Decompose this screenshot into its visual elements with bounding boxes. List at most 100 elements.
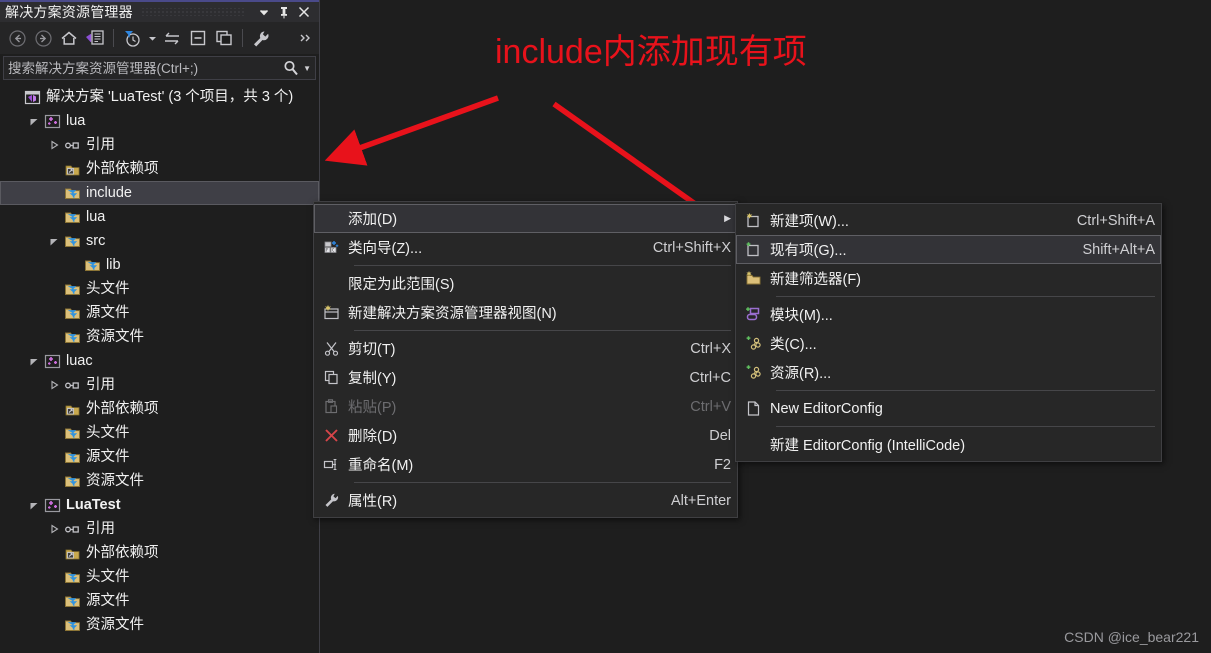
search-icon[interactable]: [282, 60, 300, 76]
search-input[interactable]: [8, 60, 283, 76]
tree-item[interactable]: 源文件: [0, 589, 319, 613]
tree-item[interactable]: 引用: [0, 373, 319, 397]
tree-item-label: 源文件: [86, 592, 130, 609]
context-menu-item[interactable]: 复制(Y) Ctrl+C: [314, 363, 737, 392]
tree-item-label: luac: [66, 352, 93, 369]
file-icon: [736, 400, 770, 417]
home-icon[interactable]: [56, 26, 82, 50]
menu-item-label: 类向导(Z)...: [348, 241, 423, 257]
tree-item[interactable]: 外部依赖项: [0, 397, 319, 421]
context-menu-item[interactable]: F C 类向导(Z)... Ctrl+Shift+X: [314, 233, 737, 262]
menu-item-label: 类(C)...: [770, 337, 817, 353]
tree-item-label: lib: [106, 256, 121, 273]
overflow-chevron-icon[interactable]: [297, 26, 315, 50]
panel-title: 解决方案资源管理器: [5, 4, 133, 20]
collapse-all-icon[interactable]: [185, 26, 211, 50]
pin-icon[interactable]: [274, 2, 294, 22]
submenu-item[interactable]: 新建项(W)... Ctrl+Shift+A: [736, 206, 1161, 235]
tree-item[interactable]: LuaTest: [0, 493, 319, 517]
expander-collapsed-icon[interactable]: [46, 140, 62, 150]
tree-item-label: 外部依赖项: [86, 160, 159, 177]
new-filter-icon: [736, 270, 770, 287]
drag-handle-dots[interactable]: [140, 8, 246, 16]
context-menu-item[interactable]: 属性(R) Alt+Enter: [314, 486, 737, 515]
tree-item[interactable]: luac: [0, 349, 319, 373]
tree-item[interactable]: 源文件: [0, 301, 319, 325]
search-dropdown-icon[interactable]: ▼: [300, 64, 311, 73]
tree-item-label: lua: [66, 112, 86, 129]
filter-folder-icon: [62, 593, 82, 610]
context-menu-item[interactable]: 剪切(T) Ctrl+X: [314, 334, 737, 363]
tree-item[interactable]: 资源文件: [0, 325, 319, 349]
submenu-item[interactable]: 模块(M)...: [736, 300, 1161, 329]
expander-expanded-icon[interactable]: [46, 236, 62, 246]
chevron-down-icon[interactable]: [254, 2, 274, 22]
wrench-icon: [314, 492, 348, 509]
pending-changes-dropdown-icon[interactable]: [145, 26, 159, 50]
context-menu-item[interactable]: 新建解决方案资源管理器视图(N): [314, 298, 737, 327]
context-menu-item[interactable]: 限定为此范围(S): [314, 269, 737, 298]
tree-item[interactable]: lib: [0, 253, 319, 277]
tree-item-selected[interactable]: include: [0, 181, 319, 205]
tree-item[interactable]: lua: [0, 109, 319, 133]
tree-item-label: 头文件: [86, 568, 130, 585]
filter-folder-icon: [62, 473, 82, 490]
tree-item[interactable]: 引用: [0, 517, 319, 541]
filter-folder-icon: [62, 449, 82, 466]
context-menu-item[interactable]: 重命名(M) F2: [314, 450, 737, 479]
arrow-to-include: [324, 95, 499, 166]
tree-item-label: 资源文件: [86, 616, 144, 633]
tree-item-label: 头文件: [86, 424, 130, 441]
menu-item-shortcut: Shift+Alt+A: [1082, 241, 1155, 258]
forward-icon[interactable]: [30, 26, 56, 50]
menu-item-label: 新建解决方案资源管理器视图(N): [348, 306, 557, 322]
menu-item-label: 添加(D): [348, 212, 398, 228]
submenu-item[interactable]: 新建筛选器(F): [736, 264, 1161, 293]
filter-folder-icon: [62, 569, 82, 586]
tree-item[interactable]: 引用: [0, 133, 319, 157]
menu-item-label: 属性(R): [348, 494, 398, 510]
filter-folder-icon: [62, 209, 82, 226]
add-class-icon: [736, 335, 770, 352]
menu-item-label: 资源(R)...: [770, 366, 832, 382]
tree-item[interactable]: 源文件: [0, 445, 319, 469]
submenu-item[interactable]: 现有项(G)... Shift+Alt+A: [736, 235, 1161, 264]
tree-item[interactable]: 解决方案 'LuaTest' (3 个项目，共 3 个): [0, 85, 319, 109]
submenu-item[interactable]: 类(C)...: [736, 329, 1161, 358]
expander-expanded-icon[interactable]: [26, 356, 42, 366]
filter-folder-icon: [62, 233, 82, 250]
pending-changes-filter-icon[interactable]: [119, 26, 145, 50]
wrench-properties-icon[interactable]: [248, 26, 274, 50]
context-menu-item[interactable]: 添加(D) ▶: [314, 204, 737, 233]
tree-item[interactable]: lua: [0, 205, 319, 229]
tree-item[interactable]: src: [0, 229, 319, 253]
back-icon[interactable]: [4, 26, 30, 50]
tree-item[interactable]: 头文件: [0, 565, 319, 589]
context-menu-item[interactable]: 删除(D) Del: [314, 421, 737, 450]
expander-collapsed-icon[interactable]: [46, 524, 62, 534]
menu-item-label: 剪切(T): [348, 342, 396, 358]
solution-view-icon[interactable]: [82, 26, 108, 50]
search-box[interactable]: ▼: [3, 56, 316, 80]
expander-expanded-icon[interactable]: [26, 500, 42, 510]
tree-item[interactable]: 头文件: [0, 277, 319, 301]
tree-item[interactable]: 头文件: [0, 421, 319, 445]
menu-item-shortcut: Ctrl+Shift+A: [1076, 212, 1155, 229]
submenu-item[interactable]: New EditorConfig: [736, 394, 1161, 423]
menu-item-shortcut: Del: [709, 427, 731, 444]
tree-item[interactable]: 资源文件: [0, 613, 319, 637]
submenu-item[interactable]: 资源(R)...: [736, 358, 1161, 387]
context-menu-item: 粘贴(P) Ctrl+V: [314, 392, 737, 421]
expander-expanded-icon[interactable]: [26, 116, 42, 126]
show-all-files-icon[interactable]: [211, 26, 237, 50]
tree-item[interactable]: 资源文件: [0, 469, 319, 493]
tree-item[interactable]: 外部依赖项: [0, 541, 319, 565]
tree-item[interactable]: 外部依赖项: [0, 157, 319, 181]
menu-item-label: 新建项(W)...: [770, 214, 849, 230]
submenu-item[interactable]: 新建 EditorConfig (IntelliCode): [736, 430, 1161, 459]
expander-collapsed-icon[interactable]: [46, 380, 62, 390]
rename-icon: [314, 456, 348, 473]
filter-folder-icon: [62, 329, 82, 346]
close-icon[interactable]: [294, 2, 314, 22]
sync-with-active-document-icon[interactable]: [159, 26, 185, 50]
